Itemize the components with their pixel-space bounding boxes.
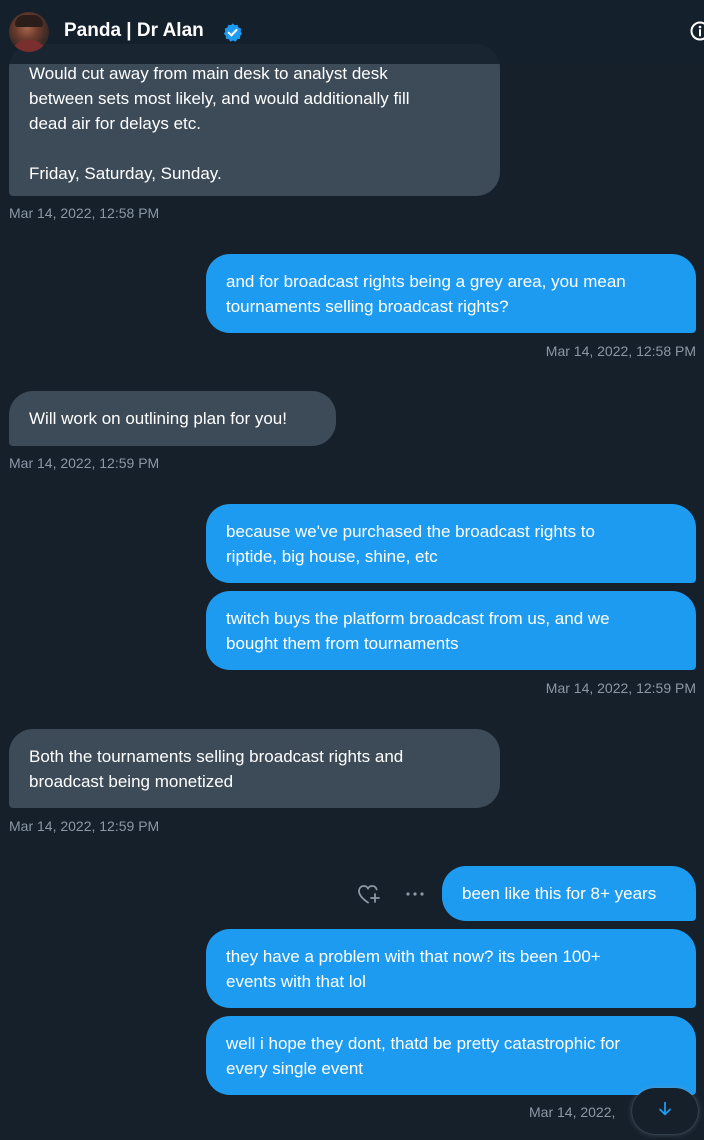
message-bubble[interactable]: and for broadcast rights being a grey ar… (206, 254, 696, 333)
arrow-down-icon (656, 1100, 674, 1123)
message-incoming: Would cut away from main desk to analyst… (9, 44, 500, 196)
message-timestamp: Mar 14, 2022, 12:59 PM (9, 818, 160, 834)
scroll-to-bottom-button[interactable] (632, 1088, 698, 1134)
verified-badge-icon (222, 22, 243, 43)
message-timestamp: Mar 14, 2022, 12:58 PM (545, 343, 696, 359)
avatar-shoulders (11, 40, 47, 52)
message-outgoing: they have a problem with that now? its b… (206, 929, 696, 1008)
avatar[interactable] (9, 12, 49, 52)
message-bubble[interactable]: well i hope they dont, thatd be pretty c… (206, 1016, 696, 1095)
message-incoming: Both the tournaments selling broadcast r… (9, 729, 500, 808)
conversation-header: Panda | Dr Alan (0, 0, 704, 64)
message-bubble[interactable]: been like this for 8+ years (442, 866, 696, 921)
message-bubble[interactable]: twitch buys the platform broadcast from … (206, 591, 696, 670)
message-incoming: Will work on outlining plan for you! (9, 391, 336, 446)
message-bubble[interactable]: Would cut away from main desk to analyst… (9, 44, 500, 196)
message-timestamp: Mar 14, 2022, (529, 1104, 616, 1120)
more-dots-icon[interactable] (403, 885, 427, 903)
avatar-hair (15, 15, 43, 27)
message-timestamp: Mar 14, 2022, 12:59 PM (9, 455, 160, 471)
heart-plus-icon[interactable] (357, 883, 381, 905)
message-bubble[interactable]: Both the tournaments selling broadcast r… (9, 729, 500, 808)
message-outgoing: because we've purchased the broadcast ri… (206, 504, 696, 583)
message-outgoing: and for broadcast rights being a grey ar… (206, 254, 696, 333)
message-timestamp: Mar 14, 2022, 12:59 PM (545, 680, 696, 696)
info-icon[interactable] (689, 20, 704, 42)
message-outgoing: been like this for 8+ years (442, 866, 696, 921)
message-timestamp: Mar 14, 2022, 12:58 PM (9, 205, 160, 221)
contact-name[interactable]: Panda | Dr Alan (64, 20, 204, 42)
message-outgoing: twitch buys the platform broadcast from … (206, 591, 696, 670)
message-outgoing: well i hope they dont, thatd be pretty c… (206, 1016, 696, 1095)
conversation-thread[interactable]: Would cut away from main desk to analyst… (0, 0, 704, 1140)
message-bubble[interactable]: Will work on outlining plan for you! (9, 391, 336, 446)
message-bubble[interactable]: they have a problem with that now? its b… (206, 929, 696, 1008)
message-bubble[interactable]: because we've purchased the broadcast ri… (206, 504, 696, 583)
